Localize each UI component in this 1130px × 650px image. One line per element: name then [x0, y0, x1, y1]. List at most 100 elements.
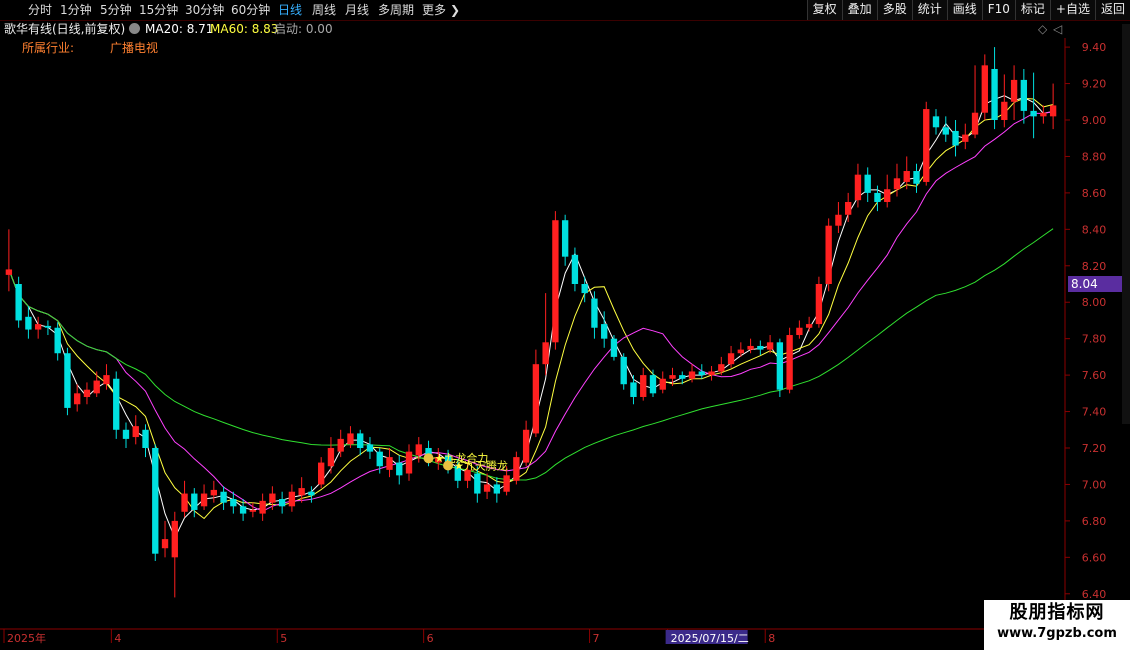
candle-body[interactable]: [503, 475, 510, 492]
candle-body[interactable]: [483, 484, 491, 492]
candle-body[interactable]: [1001, 101, 1008, 120]
candle-body[interactable]: [854, 174, 862, 201]
candle-body[interactable]: [552, 220, 559, 343]
candle-body[interactable]: [278, 499, 286, 507]
candle-body[interactable]: [561, 220, 569, 257]
settings-circle-icon[interactable]: [129, 23, 140, 34]
candle-body[interactable]: [54, 327, 61, 354]
candle-body[interactable]: [113, 378, 120, 430]
candle-body[interactable]: [757, 345, 764, 350]
candle-body[interactable]: [220, 491, 227, 503]
candle-body[interactable]: [405, 451, 413, 474]
right-button-6[interactable]: 标记: [1014, 0, 1050, 20]
tab-3[interactable]: 15分钟: [139, 2, 178, 18]
candle-body[interactable]: [542, 342, 549, 365]
right-button-1[interactable]: 叠加: [841, 0, 877, 20]
tab-6[interactable]: 日线: [278, 2, 302, 18]
kline-chart[interactable]: 9.40 9.20 9.00 8.80 8.60 8.40 8.20 8.00 7.80 7.60…: [0, 0, 1130, 650]
candle-body[interactable]: [318, 462, 325, 485]
candle-body[interactable]: [161, 539, 169, 549]
right-button-4[interactable]: 画线: [946, 0, 982, 20]
candle-body[interactable]: [708, 371, 715, 376]
triangle-icon[interactable]: ◁: [1053, 20, 1062, 38]
candle-body[interactable]: [669, 375, 676, 379]
candle-body[interactable]: [64, 353, 71, 408]
candle-body[interactable]: [230, 499, 237, 507]
candle-body[interactable]: [83, 389, 91, 397]
candle-body[interactable]: [386, 457, 393, 470]
candle-body[interactable]: [601, 324, 608, 339]
candle-body[interactable]: [288, 491, 296, 507]
diamond-icon[interactable]: ◇: [1038, 20, 1047, 38]
candle-body[interactable]: [200, 493, 208, 507]
candle-body[interactable]: [93, 380, 100, 394]
candle-body[interactable]: [1030, 110, 1037, 117]
candle-body[interactable]: [171, 520, 178, 558]
tab-10[interactable]: 更多: [422, 2, 446, 18]
candle-body[interactable]: [122, 429, 130, 439]
candle-body[interactable]: [991, 68, 998, 120]
right-button-8[interactable]: 返回: [1094, 0, 1130, 20]
candle-body[interactable]: [659, 378, 666, 390]
candle-body[interactable]: [981, 65, 988, 113]
candle-body[interactable]: [1049, 105, 1057, 117]
candle-body[interactable]: [357, 433, 364, 448]
candle-body[interactable]: [259, 500, 266, 514]
right-button-7[interactable]: +自选: [1049, 0, 1095, 20]
candle-body[interactable]: [805, 324, 813, 328]
candle-body[interactable]: [630, 382, 637, 397]
candle-body[interactable]: [415, 444, 422, 456]
candle-body[interactable]: [718, 364, 725, 372]
candle-body[interactable]: [815, 284, 823, 325]
candle-body[interactable]: [942, 127, 949, 135]
candle-body[interactable]: [366, 444, 374, 452]
candle-body[interactable]: [698, 371, 705, 376]
candle-body[interactable]: [962, 134, 969, 142]
candle-body[interactable]: [679, 375, 686, 379]
candle-body[interactable]: [396, 462, 403, 476]
candle-body[interactable]: [474, 473, 481, 494]
candle-body[interactable]: [864, 174, 871, 193]
tab-9[interactable]: 多周期: [378, 2, 414, 18]
candle-body[interactable]: [835, 214, 842, 226]
candle-body[interactable]: [152, 448, 159, 554]
candle-body[interactable]: [181, 493, 188, 512]
candle-body[interactable]: [347, 433, 354, 445]
candle-body[interactable]: [591, 298, 598, 328]
candle-body[interactable]: [132, 426, 139, 438]
candle-body[interactable]: [34, 324, 42, 330]
tab-0[interactable]: 分时: [28, 2, 52, 18]
candle-body[interactable]: [971, 112, 979, 135]
candle-body[interactable]: [786, 335, 793, 390]
candle-body[interactable]: [571, 254, 579, 284]
tab-4[interactable]: 30分钟: [185, 2, 224, 18]
candle-body[interactable]: [337, 438, 344, 452]
candle-body[interactable]: [513, 457, 520, 481]
more-chevron-icon[interactable]: ❯: [450, 2, 460, 18]
candle-body[interactable]: [581, 284, 588, 294]
candle-body[interactable]: [191, 493, 198, 510]
candle-body[interactable]: [884, 189, 891, 202]
candle-body[interactable]: [952, 130, 959, 146]
candle-body[interactable]: [913, 171, 920, 184]
candle-body[interactable]: [376, 451, 383, 467]
candle-body[interactable]: [737, 349, 744, 354]
candle-body[interactable]: [1040, 112, 1047, 117]
candle-body[interactable]: [649, 375, 657, 394]
candle-body[interactable]: [142, 429, 149, 448]
right-button-2[interactable]: 多股: [876, 0, 912, 20]
candle-body[interactable]: [747, 345, 754, 350]
candle-body[interactable]: [923, 109, 930, 182]
candle-body[interactable]: [903, 171, 910, 182]
candle-body[interactable]: [493, 484, 501, 494]
candle-body[interactable]: [776, 342, 784, 390]
candle-body[interactable]: [1020, 79, 1028, 111]
stock-title[interactable]: 歌华有线(日线,前复权): [4, 20, 125, 38]
candle-body[interactable]: [15, 284, 22, 321]
candle-body[interactable]: [239, 506, 247, 514]
candle-body[interactable]: [893, 178, 901, 190]
candle-body[interactable]: [640, 375, 647, 397]
candle-body[interactable]: [796, 327, 803, 336]
candle-body[interactable]: [308, 491, 315, 496]
candle-body[interactable]: [103, 375, 110, 385]
